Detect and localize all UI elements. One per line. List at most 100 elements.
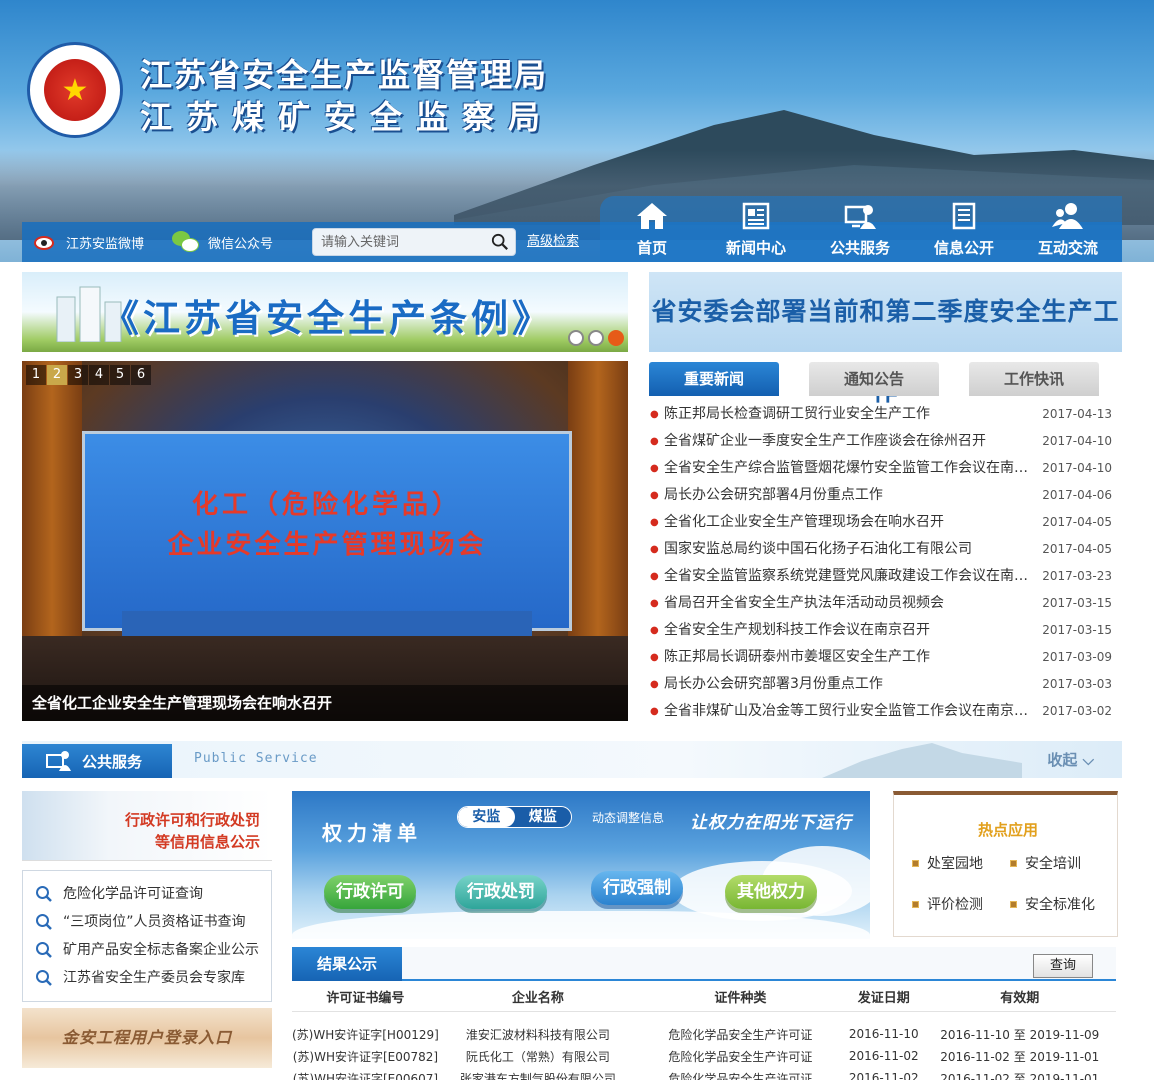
promo-dot-2[interactable]: [588, 330, 604, 346]
cell-cert-type: 危险化学品安全生产许可证: [668, 1027, 813, 1042]
credit-info-line1: 行政许可和行政处罚: [124, 811, 260, 829]
news-title[interactable]: 国家安监总局约谈中国石化扬子石油化工有限公司: [664, 536, 1037, 563]
headline-banner[interactable]: 省安委会部署当前和第二季度安全生产工作: [649, 272, 1122, 406]
hot-app-standardization[interactable]: 安全标准化: [1010, 894, 1095, 914]
table-row[interactable]: (苏)WH安许证字[E00607] 张家港东方制气股份有限公司 危险化学品安全生…: [292, 1067, 1116, 1080]
list-item[interactable]: ● 省局召开全省安全生产执法年活动动员视频会 2017-03-15: [649, 590, 1122, 617]
search-icon: [36, 914, 52, 930]
news-photo-slider[interactable]: 化工（危险化学品） 企业安全生产管理现场会 1 2 3 4 5 6 全省化工企业…: [22, 361, 628, 721]
news-title[interactable]: 陈正邦局长检查调研工贸行业安全生产工作: [664, 401, 1037, 428]
nav-interaction[interactable]: 互动交流: [1016, 196, 1120, 262]
query-item-mining-products[interactable]: 矿用产品安全标志备案企业公示: [23, 936, 271, 964]
slider-page-6[interactable]: 6: [131, 365, 151, 385]
list-item[interactable]: ● 国家安监总局约谈中国石化扬子石油化工有限公司 2017-04-05: [649, 536, 1122, 563]
col-cert-type: 证件种类: [636, 982, 844, 1012]
news-title[interactable]: 局长办公会研究部署4月份重点工作: [664, 482, 1037, 509]
tab-notices[interactable]: 通知公告: [809, 362, 939, 396]
slider-page-1[interactable]: 1: [26, 365, 46, 385]
query-button[interactable]: 查询: [1033, 954, 1093, 978]
news-date: 2017-03-15: [1042, 623, 1112, 637]
cell-license-no: (苏)WH安许证字[E00782]: [292, 1049, 439, 1064]
hot-app-office-garden[interactable]: 处室园地: [912, 853, 983, 873]
search-icon[interactable]: [491, 233, 509, 251]
list-item[interactable]: ● 局长办公会研究部署3月份重点工作 2017-03-03: [649, 671, 1122, 698]
query-label: “三项岗位”人员资格证书查询: [63, 914, 246, 930]
hot-app-safety-training[interactable]: 安全培训: [1010, 853, 1081, 873]
news-date: 2017-03-09: [1042, 650, 1112, 664]
cell-cert-type: 危险化学品安全生产许可证: [668, 1071, 813, 1080]
news-date: 2017-03-23: [1042, 569, 1112, 583]
admin-penalty-button[interactable]: 行政处罚: [455, 875, 547, 909]
news-title[interactable]: 全省煤矿企业一季度安全生产工作座谈会在徐州召开: [664, 428, 1037, 455]
tab-work-brief[interactable]: 工作快讯: [969, 362, 1099, 396]
search-icon: [36, 886, 52, 902]
query-item-hazchem[interactable]: 危险化学品许可证查询: [23, 880, 271, 908]
dynamic-adjust-link[interactable]: 动态调整信息: [592, 809, 664, 826]
news-date: 2017-03-02: [1042, 704, 1112, 718]
hot-app-evaluation[interactable]: 评价检测: [912, 894, 983, 914]
list-item[interactable]: ● 全省非煤矿山及冶金等工贸行业安全监管工作会议在南京召开 2017-03-02: [649, 698, 1122, 725]
nav-home-label: 首页: [636, 239, 667, 257]
list-item[interactable]: ● 全省安全生产综合监管暨烟花爆竹安全监管工作会议在南京召开 2017-04-10: [649, 455, 1122, 482]
nav-home[interactable]: 首页: [600, 196, 704, 262]
table-row[interactable]: (苏)WH安许证字[H00129] 淮安汇波材料科技有限公司 危险化学品安全生产…: [292, 1023, 1116, 1045]
news-title[interactable]: 全省安全生产综合监管暨烟花爆竹安全监管工作会议在南京召开: [664, 455, 1037, 482]
news-title[interactable]: 全省非煤矿山及冶金等工贸行业安全监管工作会议在南京召开: [664, 698, 1037, 725]
toggle-anjian[interactable]: 安监: [458, 807, 515, 827]
bullet-icon: ●: [650, 679, 659, 690]
other-powers-button[interactable]: 其他权力: [725, 875, 817, 909]
admin-license-button[interactable]: 行政许可: [324, 875, 416, 909]
power-list-panel: 权力清单 安监 煤监 动态调整信息 让权力在阳光下运行 行政许可 行政处罚 行政…: [292, 791, 870, 939]
slider-page-2[interactable]: 2: [47, 365, 67, 385]
query-item-expert-db[interactable]: 江苏省安全生产委员会专家库: [23, 964, 271, 992]
mountain-decoration: [822, 743, 1022, 778]
bullet-icon: ●: [650, 706, 659, 717]
hot-app-label: 评价检测: [927, 897, 983, 913]
slider-page-5[interactable]: 5: [110, 365, 130, 385]
slider-page-3[interactable]: 3: [68, 365, 88, 385]
search-input[interactable]: [313, 229, 473, 255]
news-title[interactable]: 全省安全监管监察系统党建暨党风廉政建设工作会议在南京召开: [664, 563, 1037, 590]
toggle-meijian[interactable]: 煤监: [515, 807, 572, 827]
list-item[interactable]: ● 全省煤矿企业一季度安全生产工作座谈会在徐州召开 2017-04-10: [649, 428, 1122, 455]
slider-page-4[interactable]: 4: [89, 365, 109, 385]
news-title[interactable]: 陈正邦局长调研泰州市姜堰区安全生产工作: [664, 644, 1037, 671]
bullet-icon: [912, 859, 919, 867]
slider-pagination: 1 2 3 4 5 6: [26, 365, 152, 385]
query-label: 危险化学品许可证查询: [63, 886, 203, 902]
query-item-three-posts[interactable]: “三项岗位”人员资格证书查询: [23, 908, 271, 936]
slider-caption[interactable]: 全省化工企业安全生产管理现场会在响水召开: [22, 685, 628, 721]
news-title[interactable]: 省局召开全省安全生产执法年活动动员视频会: [664, 590, 1037, 617]
news-title[interactable]: 局长办公会研究部署3月份重点工作: [664, 671, 1037, 698]
home-icon: [637, 203, 667, 229]
news-title[interactable]: 全省化工企业安全生产管理现场会在响水召开: [664, 509, 1037, 536]
table-row[interactable]: (苏)WH安许证字[E00782] 阮氏化工（常熟）有限公司 危险化学品安全生产…: [292, 1045, 1116, 1067]
cell-cert-type: 危险化学品安全生产许可证: [668, 1049, 813, 1064]
advanced-search-link[interactable]: 高级检索: [527, 222, 579, 262]
tab-important-news[interactable]: 重要新闻: [649, 362, 779, 396]
nav-news-center[interactable]: 新闻中心: [704, 196, 808, 262]
nav-info-disclosure[interactable]: 信息公开: [912, 196, 1016, 262]
list-item[interactable]: ● 全省安全监管监察系统党建暨党风廉政建设工作会议在南京召开 2017-03-23: [649, 563, 1122, 590]
promo-dot-1[interactable]: [568, 330, 584, 346]
user-login-entry[interactable]: 金安工程用户登录入口: [22, 1008, 272, 1068]
query-list: 危险化学品许可证查询 “三项岗位”人员资格证书查询 矿用产品安全标志备案企业公示…: [22, 870, 272, 1002]
list-item[interactable]: ● 陈正邦局长调研泰州市姜堰区安全生产工作 2017-03-09: [649, 644, 1122, 671]
results-title: 结果公示: [292, 947, 402, 981]
conference-screen: 化工（危险化学品） 企业安全生产管理现场会: [82, 431, 572, 631]
wechat-link[interactable]: 微信公众号: [172, 222, 273, 262]
list-item[interactable]: ● 全省化工企业安全生产管理现场会在响水召开 2017-04-05: [649, 509, 1122, 536]
fold-toggle[interactable]: 收起 ⌵: [1047, 749, 1094, 770]
credit-info-banner[interactable]: 行政许可和行政处罚 等信用信息公示: [22, 791, 272, 861]
list-item[interactable]: ● 全省安全生产规划科技工作会议在南京召开 2017-03-15: [649, 617, 1122, 644]
list-item[interactable]: ● 陈正邦局长检查调研工贸行业安全生产工作 2017-04-13: [649, 401, 1122, 428]
regulation-promo-banner[interactable]: 《江苏省安全生产条例》: [22, 272, 628, 352]
promo-dot-3[interactable]: [608, 330, 624, 346]
nav-public-service[interactable]: 公共服务: [808, 196, 912, 262]
bullet-icon: ●: [650, 625, 659, 636]
weibo-link[interactable]: 江苏安监微博: [32, 222, 144, 262]
list-item[interactable]: ● 局长办公会研究部署4月份重点工作 2017-04-06: [649, 482, 1122, 509]
news-title[interactable]: 全省安全生产规划科技工作会议在南京召开: [664, 617, 1037, 644]
admin-enforcement-button[interactable]: 行政强制: [591, 871, 683, 905]
bullet-icon: ●: [650, 436, 659, 447]
